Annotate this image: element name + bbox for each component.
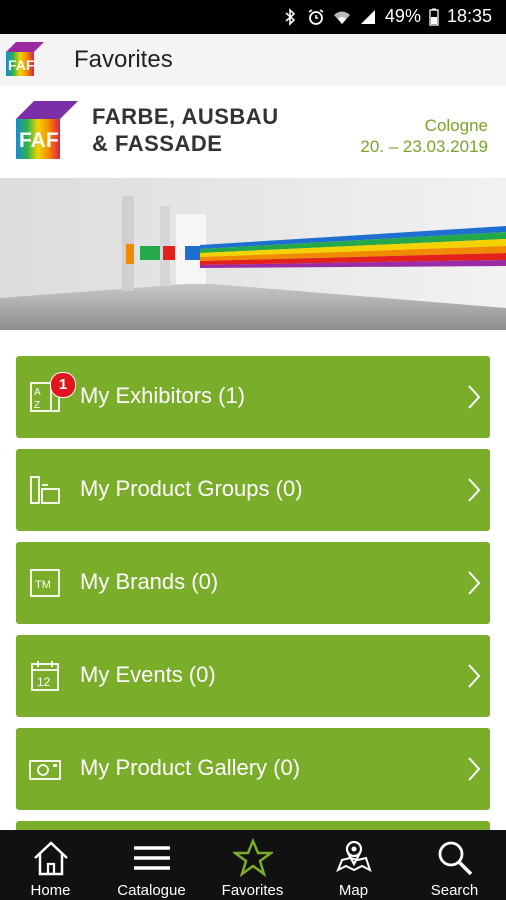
menu-item-label: My Events (0): [80, 662, 216, 687]
event-dates: 20. – 23.03.2019: [360, 137, 488, 156]
status-bar: 49% 18:35: [0, 0, 506, 34]
event-city: Cologne: [424, 116, 488, 135]
menu-item-label: My Exhibitors (1): [80, 383, 246, 408]
menu-item-label: My Product Gallery (0): [80, 755, 301, 780]
menu-item-my-exhibitors[interactable]: AZ 1 My Exhibitors (1): [16, 356, 490, 438]
search-icon: [438, 841, 473, 876]
nav-favorites[interactable]: Favorites: [202, 830, 303, 900]
menu-item-my-brands[interactable]: TM My Brands (0): [16, 542, 490, 624]
chevron-right-icon: [468, 385, 481, 409]
nav-home[interactable]: Home: [0, 830, 101, 900]
nav-label: Search: [430, 882, 479, 899]
menu-item-label: My Product Groups (0): [80, 476, 303, 501]
product-groups-icon: [30, 476, 60, 504]
faf-big-logo: FAF: [16, 101, 78, 159]
home-icon: [34, 841, 68, 876]
nav-label: Home: [30, 882, 71, 899]
alarm-icon: [308, 8, 324, 25]
favorites-menu: AZ 1 My Exhibitors (1) My Product Groups…: [0, 330, 506, 841]
nav-map[interactable]: Map: [303, 830, 404, 900]
chevron-right-icon: [468, 664, 481, 688]
menu-item-my-product-gallery[interactable]: My Product Gallery (0): [16, 728, 490, 810]
menu-item-my-events[interactable]: 12 My Events (0): [16, 635, 490, 717]
star-icon: [233, 838, 273, 878]
svg-text:12: 12: [37, 675, 51, 689]
menu-item-my-product-groups[interactable]: My Product Groups (0): [16, 449, 490, 531]
svg-text:TM: TM: [35, 579, 51, 591]
map-icon: [336, 840, 372, 873]
event-banner: FAF FARBE, AUSBAU & FASSADE Cologne 20. …: [0, 86, 506, 178]
event-name-line2: & FASSADE: [92, 131, 223, 156]
hero-illustration: [0, 178, 506, 330]
chevron-right-icon: [468, 757, 481, 781]
signal-icon: [360, 9, 375, 24]
app-bar: FAF Favorites: [0, 34, 506, 86]
svg-text:FAF: FAF: [19, 129, 59, 152]
event-name-line1: FARBE, AUSBAU: [92, 104, 279, 129]
calendar-icon: 12: [31, 661, 59, 691]
chevron-right-icon: [468, 571, 481, 595]
menu-icon: [134, 846, 170, 870]
menu-item-label: My Brands (0): [80, 569, 219, 594]
nav-label: Map: [338, 882, 369, 899]
status-icons: 49% 18:35: [281, 6, 492, 27]
clock: 18:35: [446, 6, 492, 26]
nav-label: Catalogue: [117, 882, 186, 899]
nav-search[interactable]: Search: [404, 830, 505, 900]
svg-text:Z: Z: [34, 400, 40, 411]
chevron-right-icon: [468, 478, 481, 502]
hero-image: [0, 178, 506, 330]
battery-icon: [429, 8, 439, 26]
wifi-icon: [333, 11, 350, 24]
camera-icon: [29, 760, 61, 780]
bluetooth-icon: [285, 7, 296, 26]
nav-label: Favorites: [221, 882, 284, 899]
faf-logo: FAF: [6, 42, 44, 76]
nav-catalogue[interactable]: Catalogue: [101, 830, 202, 900]
count-badge: 1: [50, 372, 76, 398]
page-title: Favorites: [74, 46, 173, 73]
trademark-icon: TM: [30, 569, 60, 597]
svg-text:A: A: [34, 387, 41, 398]
bottom-navigation: Home Catalogue Favorites Map Search: [0, 830, 506, 900]
svg-text:FAF: FAF: [8, 57, 35, 73]
battery-percent: 49%: [384, 6, 421, 26]
